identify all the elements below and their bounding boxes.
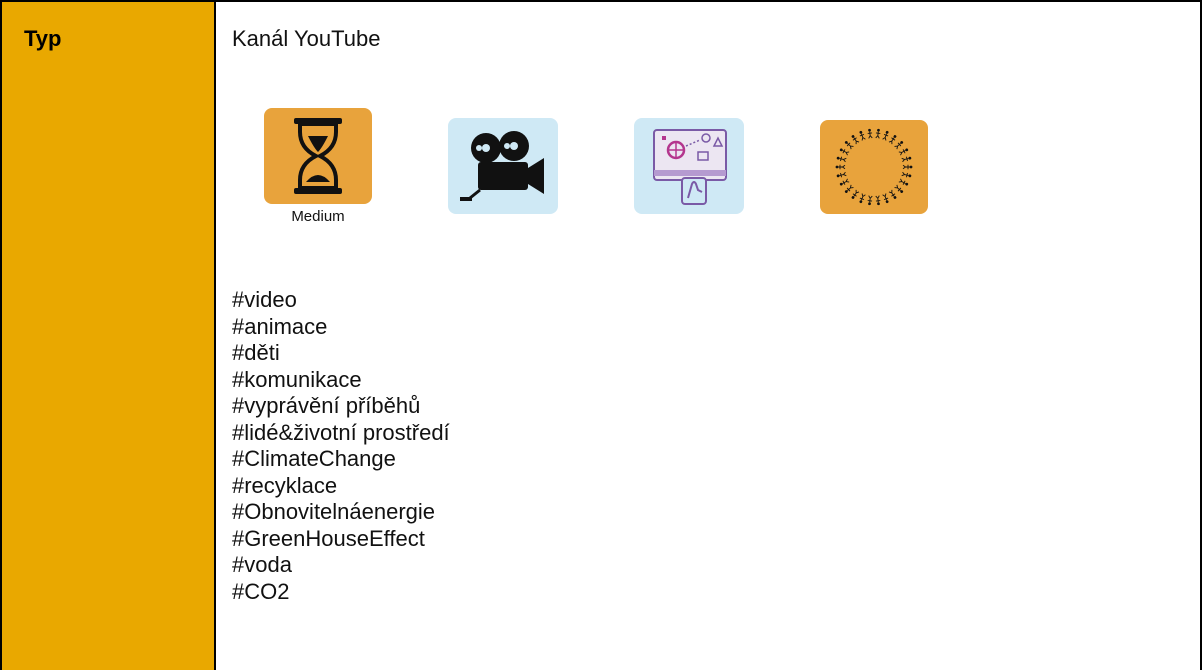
hashtag: #GreenHouseEffect: [232, 525, 425, 551]
content-cell: Kanál YouTube Medium #video #animace #dě…: [216, 2, 1200, 670]
info-table: Typ Kanál YouTube Medium #video #animace…: [0, 0, 1202, 670]
hashtag: #video: [232, 287, 297, 312]
hashtag: #animace: [232, 313, 328, 339]
hashtag: #komunikace: [232, 366, 362, 392]
hashtag: #ClimateChange: [232, 446, 396, 471]
interactive-screen-icon: [634, 118, 744, 214]
row-label: Typ: [24, 26, 62, 51]
people-circle-icon: [820, 120, 928, 214]
hourglass-caption: Medium: [291, 208, 345, 225]
channel-type-title: Kanál YouTube: [232, 26, 381, 51]
hashtag: #Obnovitelnáenergie: [232, 499, 436, 524]
hashtag: #děti: [232, 340, 280, 365]
film-camera-icon: [448, 118, 558, 214]
hashtag: #vyprávění příběhů: [232, 393, 421, 418]
hashtag: #lidé&životní prostředí: [232, 419, 450, 445]
label-cell: Typ: [2, 2, 216, 670]
hashtag-list: #video #animace #děti #komunikace #vyprá…: [232, 287, 450, 605]
hashtag: #CO2: [232, 578, 290, 604]
hourglass-icon: Medium: [264, 108, 372, 225]
hashtag: #recyklace: [232, 472, 338, 498]
hashtag: #voda: [232, 552, 292, 577]
